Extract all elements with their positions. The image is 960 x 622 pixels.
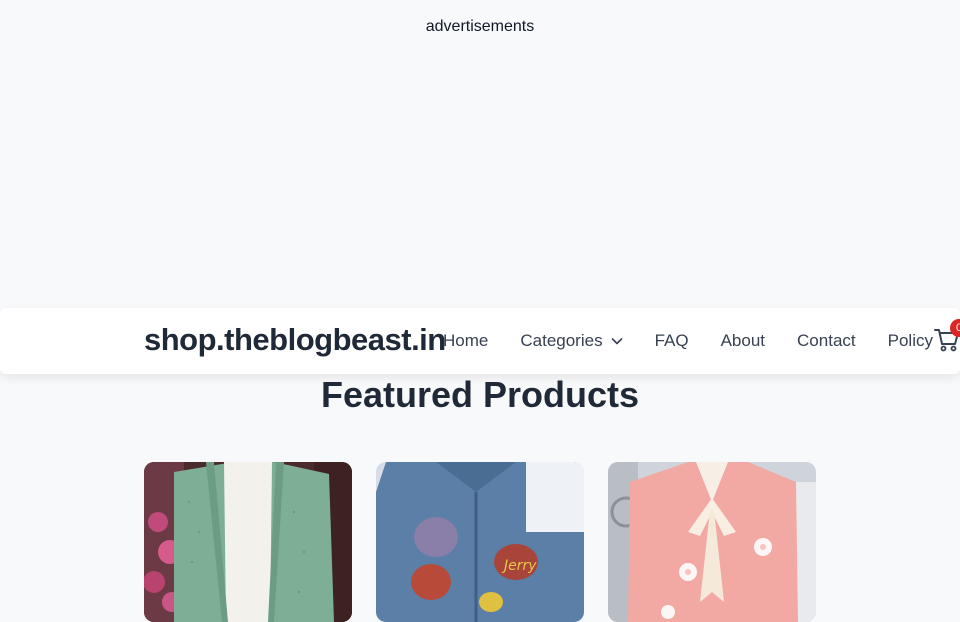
- brand-logo-link[interactable]: shop.theblogbeast.in: [144, 322, 446, 358]
- product-image: [144, 462, 352, 622]
- chevron-down-icon: [611, 338, 622, 345]
- nav-categories-label: Categories: [520, 331, 603, 350]
- nav-home-link[interactable]: Home: [443, 331, 488, 351]
- product-card[interactable]: Jerry: [376, 462, 584, 622]
- product-card[interactable]: [608, 462, 816, 622]
- product-image: Jerry: [376, 462, 584, 622]
- nav-policy-link[interactable]: Policy: [888, 331, 933, 351]
- svg-text:Jerry: Jerry: [501, 558, 537, 574]
- nav-about-link[interactable]: About: [721, 331, 765, 351]
- product-card[interactable]: [144, 462, 352, 622]
- nav-categories-dropdown[interactable]: Categories: [520, 331, 622, 351]
- nav-faq-link[interactable]: FAQ: [655, 331, 689, 351]
- product-image: [608, 462, 816, 622]
- main-navbar: shop.theblogbeast.in Home Categories FAQ…: [0, 308, 960, 374]
- nav-contact-link[interactable]: Contact: [797, 331, 856, 351]
- advertisement-area: advertisements: [0, 0, 960, 308]
- featured-products-heading: Featured Products: [320, 374, 640, 415]
- nav-links: Home Categories FAQ About Contact Policy: [443, 308, 933, 374]
- advertisement-label: advertisements: [425, 18, 535, 35]
